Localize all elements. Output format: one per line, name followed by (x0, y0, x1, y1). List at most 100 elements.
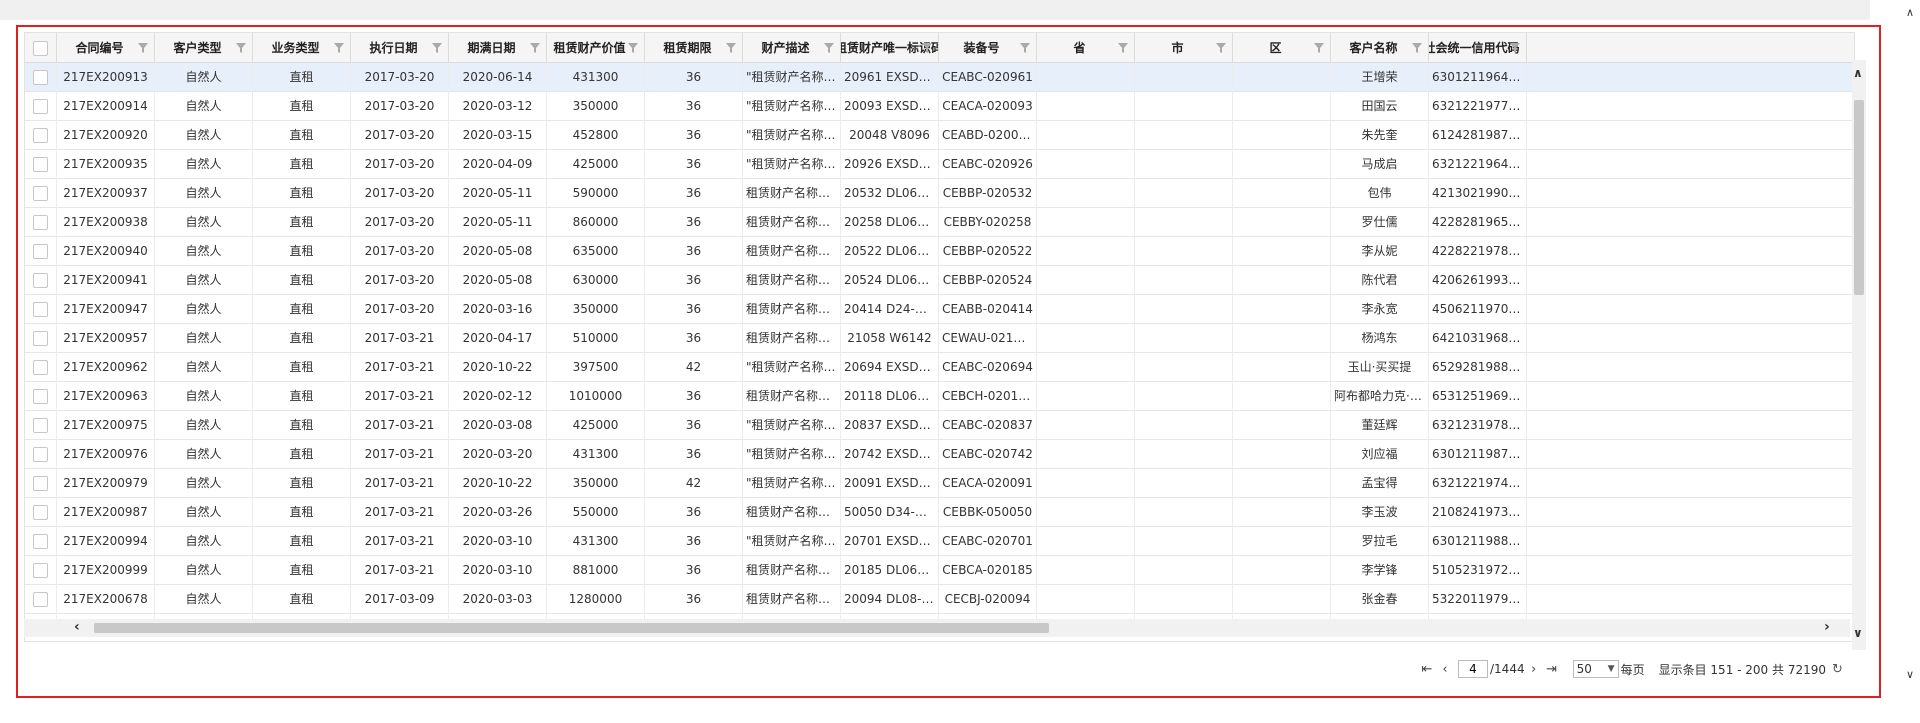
row-checkbox[interactable] (33, 331, 48, 346)
table-cell: 217EX200979 (57, 469, 155, 498)
table-row[interactable]: 217EX200994 自然人 直租 2017-03-21 2020-03-10 4313… (25, 527, 1854, 556)
table-row[interactable]: 217EX200987 自然人 直租 2017-03-21 2020-03-26 5500… (25, 498, 1854, 527)
page-number-input[interactable] (1458, 660, 1488, 678)
table-row[interactable]: 217EX200937 自然人 直租 2017-03-20 2020-05-11 5900… (25, 179, 1854, 208)
horizontal-scroll-thumb[interactable] (94, 623, 1049, 633)
table-row[interactable]: 217EX200957 自然人 直租 2017-03-21 2020-04-17 5100… (25, 324, 1854, 353)
row-checkbox[interactable] (33, 534, 48, 549)
table-cell: 217EX200913 (57, 63, 155, 92)
scroll-down-icon[interactable]: ∨ (1853, 626, 1863, 640)
page-scroll-up-icon[interactable]: ∧ (1906, 6, 1914, 19)
row-checkbox[interactable] (33, 215, 48, 230)
row-checkbox[interactable] (33, 99, 48, 114)
column-header[interactable]: 执行日期 (351, 33, 449, 63)
row-checkbox[interactable] (33, 186, 48, 201)
table-cell: 李永宽 (1331, 295, 1429, 324)
page-scroll-down-icon[interactable]: ∨ (1906, 668, 1914, 681)
row-checkbox[interactable] (33, 244, 48, 259)
filter-funnel-icon[interactable] (432, 43, 442, 53)
column-header[interactable]: 合同编号 (57, 33, 155, 63)
filter-funnel-icon[interactable] (1020, 43, 1030, 53)
row-checkbox[interactable] (33, 70, 48, 85)
last-page-icon[interactable]: ⇥ (1543, 662, 1561, 677)
column-header[interactable]: 客户名称 (1331, 33, 1429, 63)
row-checkbox[interactable] (33, 418, 48, 433)
next-page-icon[interactable]: › (1525, 662, 1543, 677)
grid-vertical-scrollbar[interactable]: ∧ ∨ (1852, 60, 1866, 650)
table-cell: 自然人 (155, 556, 253, 585)
column-header[interactable]: 装备号 (939, 33, 1037, 63)
table-cell: 217EX200999 (57, 556, 155, 585)
column-header[interactable]: 社会统一信用代码 (1429, 33, 1527, 63)
row-checkbox[interactable] (33, 389, 48, 404)
table-cell: CEACA-020093 (939, 92, 1037, 121)
filter-funnel-icon[interactable] (236, 43, 246, 53)
row-checkbox[interactable] (33, 360, 48, 375)
table-row[interactable]: 217EX200941 自然人 直租 2017-03-20 2020-05-08 6300… (25, 266, 1854, 295)
table-row[interactable]: 217EX200947 自然人 直租 2017-03-20 2020-03-16 3500… (25, 295, 1854, 324)
table-row[interactable]: 217EX200976 自然人 直租 2017-03-21 2020-03-20 4313… (25, 440, 1854, 469)
table-cell: 王增荣 (1331, 63, 1429, 92)
row-checkbox[interactable] (33, 128, 48, 143)
column-header[interactable]: 财产描述 (743, 33, 841, 63)
column-header[interactable]: 期满日期 (449, 33, 547, 63)
first-page-icon[interactable]: ⇤ (1418, 662, 1436, 677)
table-row[interactable]: 217EX200963 自然人 直租 2017-03-21 2020-02-12 1010… (25, 382, 1854, 411)
scroll-up-icon[interactable]: ∧ (1853, 66, 1863, 80)
column-header[interactable]: 省 (1037, 33, 1135, 63)
table-row[interactable]: 217EX200999 自然人 直租 2017-03-21 2020-03-10 8810… (25, 556, 1854, 585)
filter-funnel-icon[interactable] (628, 43, 638, 53)
table-row[interactable]: 217EX200914 自然人 直租 2017-03-20 2020-03-12 3500… (25, 92, 1854, 121)
table-cell: 36 (645, 208, 743, 237)
filter-funnel-icon[interactable] (922, 43, 932, 53)
filter-funnel-icon[interactable] (138, 43, 148, 53)
row-checkbox[interactable] (33, 476, 48, 491)
table-row[interactable]: 217EX200962 自然人 直租 2017-03-21 2020-10-22 3975… (25, 353, 1854, 382)
chevron-down-icon: ▼ (1607, 664, 1615, 674)
row-checkbox[interactable] (33, 157, 48, 172)
column-header[interactable]: 租赁期限 (645, 33, 743, 63)
row-checkbox[interactable] (33, 273, 48, 288)
row-checkbox[interactable] (33, 505, 48, 520)
scroll-right-icon[interactable]: › (1824, 619, 1830, 635)
filter-funnel-icon[interactable] (334, 43, 344, 53)
grid-horizontal-scrollbar[interactable]: ‹ › (24, 619, 1850, 637)
table-row[interactable]: 217EX200938 自然人 直租 2017-03-20 2020-05-11 8600… (25, 208, 1854, 237)
vertical-scroll-thumb[interactable] (1854, 100, 1864, 295)
filter-funnel-icon[interactable] (824, 43, 834, 53)
table-cell: CEABB-020414 (939, 295, 1037, 324)
filter-funnel-icon[interactable] (1412, 43, 1422, 53)
column-header[interactable]: 区 (1233, 33, 1331, 63)
table-row[interactable]: 217EX200913 自然人 直租 2017-03-20 2020-06-14 4313… (25, 63, 1854, 92)
scroll-left-icon[interactable]: ‹ (74, 619, 80, 635)
table-row[interactable]: 217EX200975 自然人 直租 2017-03-21 2020-03-08 4250… (25, 411, 1854, 440)
filter-funnel-icon[interactable] (530, 43, 540, 53)
table-cell: 36 (645, 382, 743, 411)
row-checkbox[interactable] (33, 563, 48, 578)
table-row[interactable]: 217EX200678 自然人 直租 2017-03-09 2020-03-03 1280… (25, 585, 1854, 614)
table-cell: 直租 (253, 237, 351, 266)
row-checkbox[interactable] (33, 447, 48, 462)
filter-funnel-icon[interactable] (1314, 43, 1324, 53)
table-row[interactable]: 217EX200979 自然人 直租 2017-03-21 2020-10-22 3500… (25, 469, 1854, 498)
column-header[interactable]: 业务类型 (253, 33, 351, 63)
table-row[interactable]: 217EX200940 自然人 直租 2017-03-20 2020-05-08 6350… (25, 237, 1854, 266)
row-select-cell (25, 324, 57, 353)
column-header[interactable]: 客户类型 (155, 33, 253, 63)
table-row[interactable]: 217EX200935 自然人 直租 2017-03-20 2020-04-09 4250… (25, 150, 1854, 179)
page-scrollbar[interactable]: ∧ ∨ (1902, 0, 1920, 688)
refresh-icon[interactable]: ↻ (1832, 662, 1843, 677)
column-header[interactable]: 租赁财产价值 (547, 33, 645, 63)
filter-funnel-icon[interactable] (1216, 43, 1226, 53)
row-checkbox[interactable] (33, 592, 48, 607)
column-header[interactable]: 租赁财产唯一标识码 (841, 33, 939, 63)
filter-funnel-icon[interactable] (1510, 43, 1520, 53)
column-header[interactable]: 市 (1135, 33, 1233, 63)
select-all-checkbox[interactable] (33, 41, 48, 56)
row-checkbox[interactable] (33, 302, 48, 317)
table-row[interactable]: 217EX200920 自然人 直租 2017-03-20 2020-03-15 4528… (25, 121, 1854, 150)
page-size-select[interactable]: 50 ▼ (1572, 660, 1619, 678)
prev-page-icon[interactable]: ‹ (1436, 662, 1454, 677)
filter-funnel-icon[interactable] (1118, 43, 1128, 53)
filter-funnel-icon[interactable] (726, 43, 736, 53)
